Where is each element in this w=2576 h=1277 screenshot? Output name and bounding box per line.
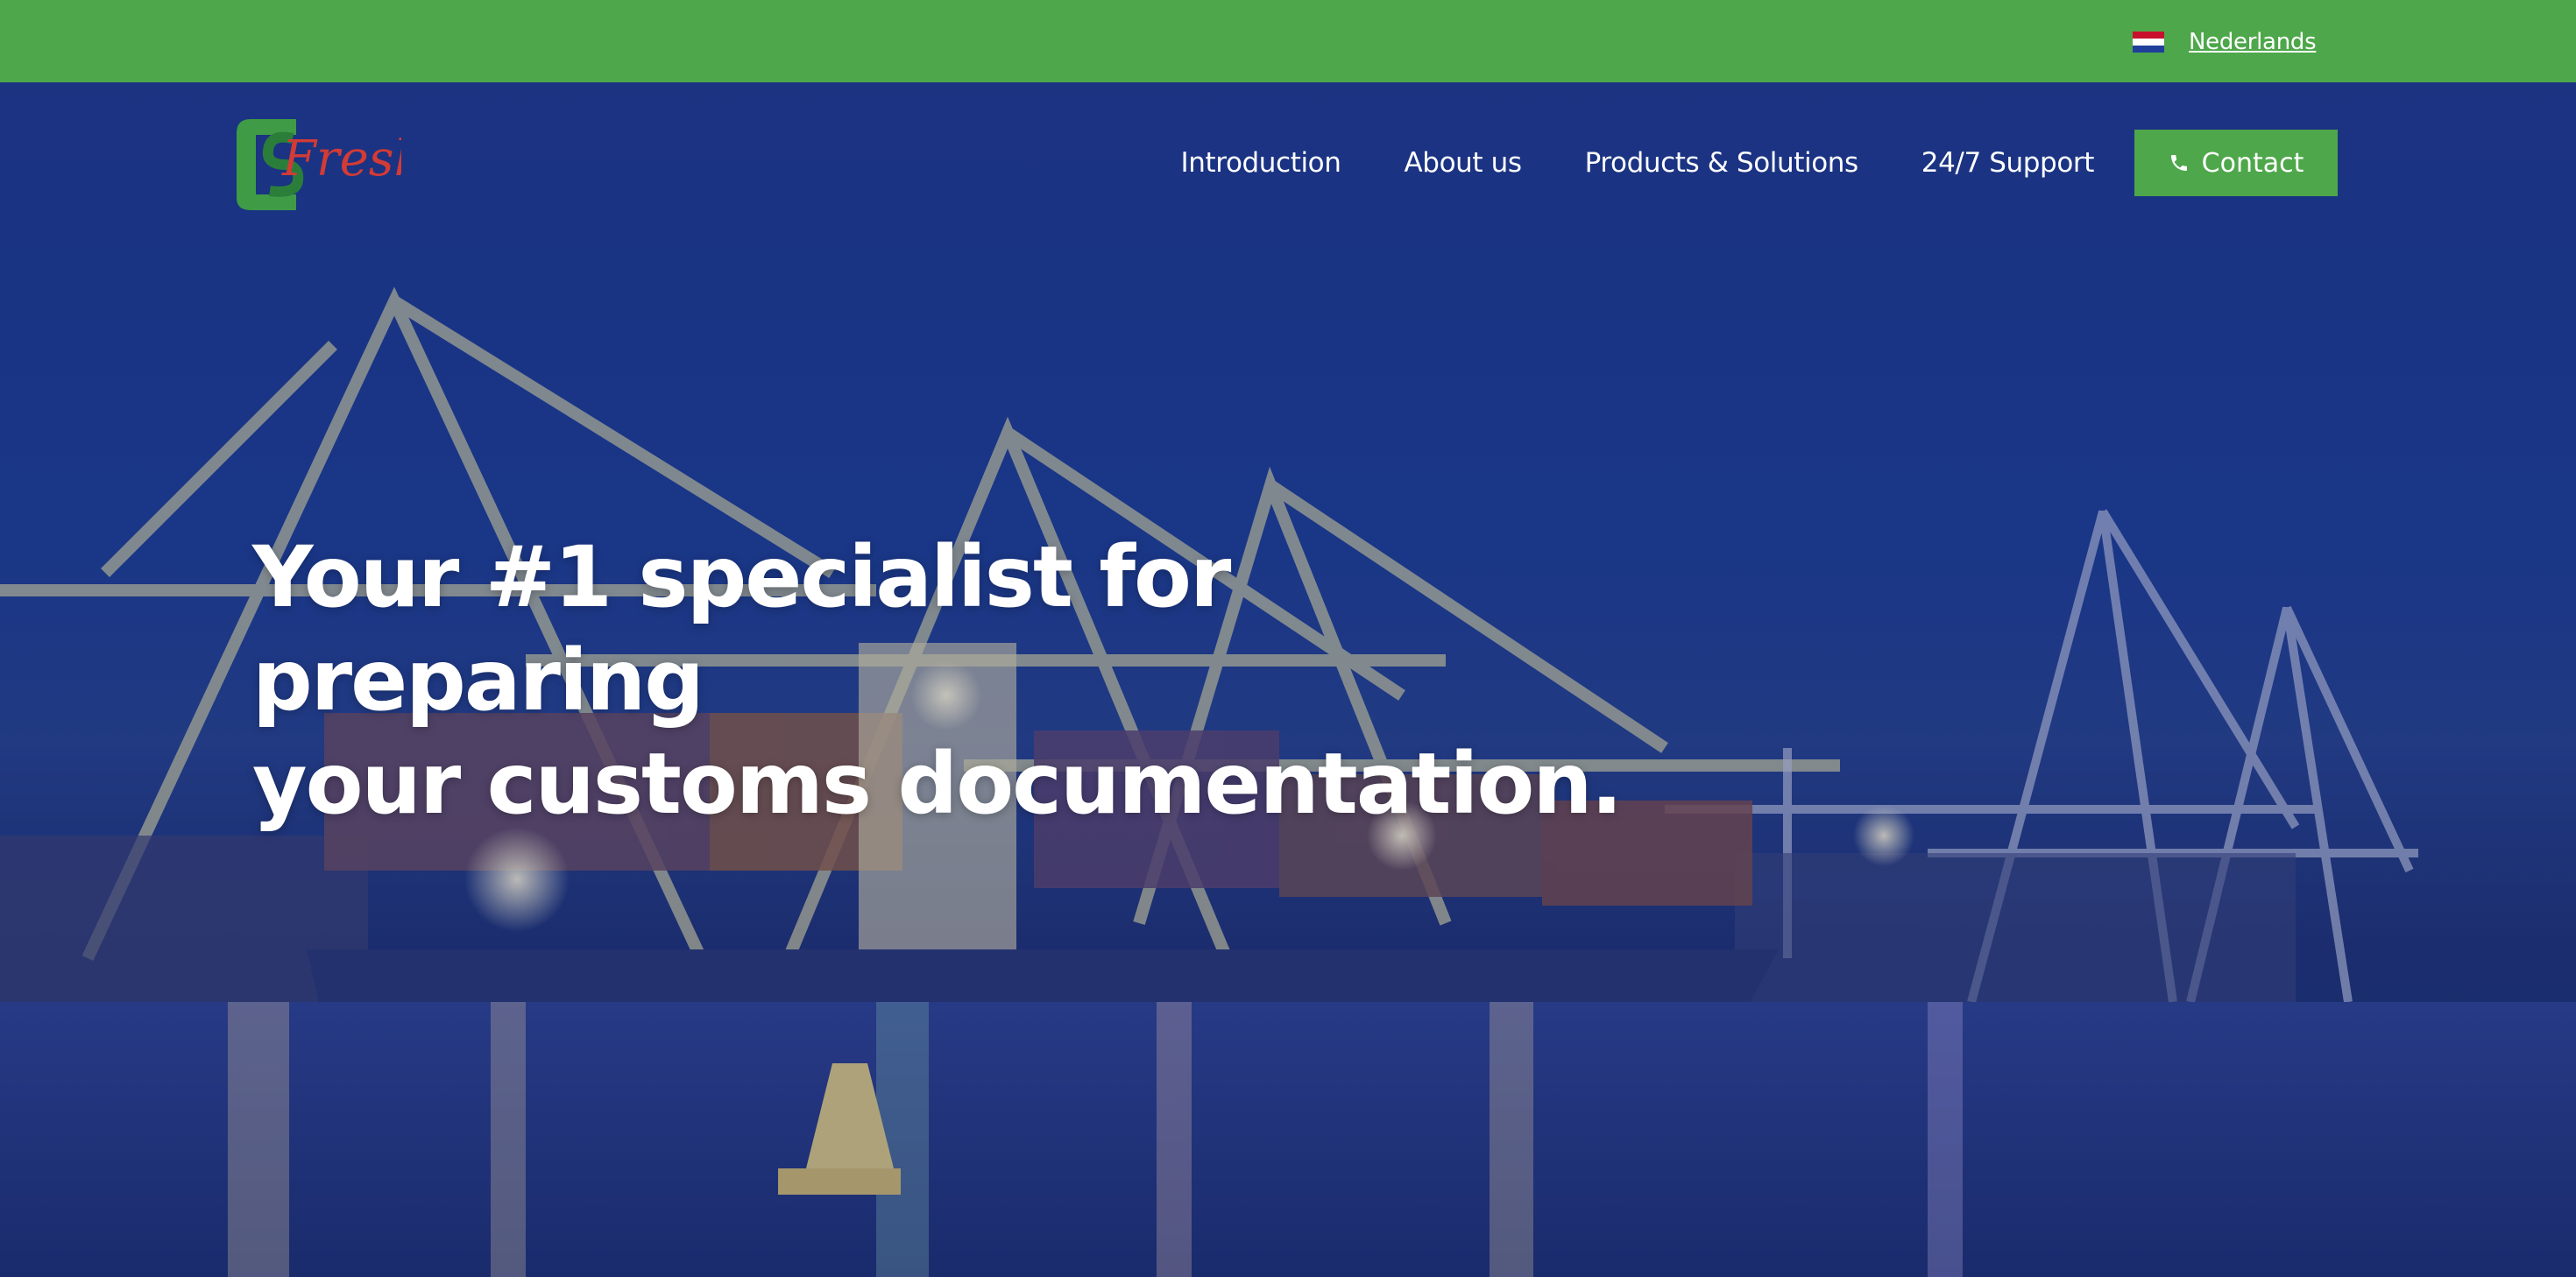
nav-about-us[interactable]: About us — [1404, 147, 1522, 179]
language-switch-link[interactable]: Nederlands — [2133, 26, 2317, 58]
contact-button[interactable]: Contact — [2134, 130, 2338, 196]
phone-icon — [2170, 155, 2187, 171]
main-nav: Introduction About us Products & Solutio… — [1181, 130, 2338, 196]
fresh-logo[interactable]: Fresh — [235, 114, 401, 212]
hero-headline-line-1: Your #1 specialist for preparing — [252, 528, 1231, 730]
netherlands-flag-icon — [2133, 32, 2164, 53]
nav-support[interactable]: 24/7 Support — [1921, 147, 2095, 179]
logo-text: Fresh — [281, 131, 401, 187]
hero-headline: Your #1 specialist for preparing your cu… — [252, 526, 1654, 836]
contact-label: Contact — [2201, 147, 2304, 179]
language-label: Nederlands — [2189, 29, 2317, 55]
nav-products-solutions[interactable]: Products & Solutions — [1585, 147, 1859, 179]
hero-headline-line-2: your customs documentation. — [252, 735, 1623, 833]
nav-introduction[interactable]: Introduction — [1181, 147, 1341, 179]
top-bar: Nederlands — [0, 0, 2576, 82]
